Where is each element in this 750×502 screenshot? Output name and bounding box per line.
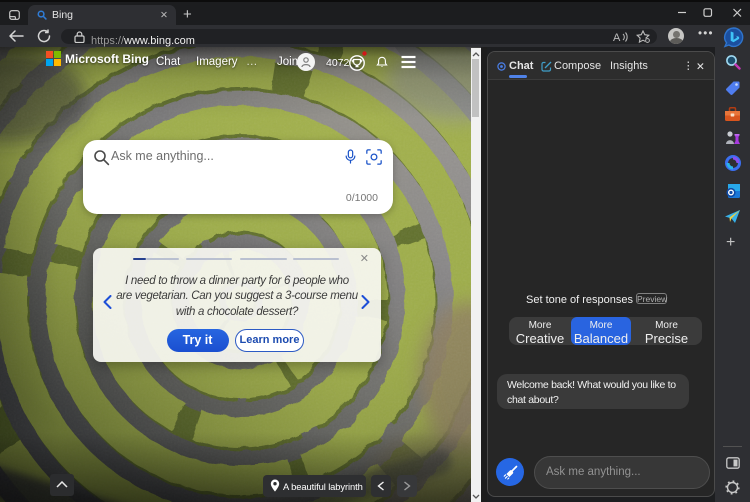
svg-text:A: A (613, 32, 621, 43)
